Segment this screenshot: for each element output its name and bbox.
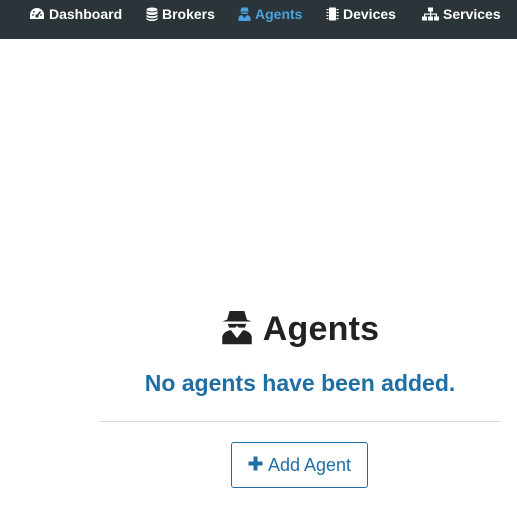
page-heading: Agents <box>0 309 517 350</box>
nav-item-brokers[interactable]: Brokers <box>146 5 215 23</box>
sitemap-icon <box>422 7 439 21</box>
nav-item-label: Brokers <box>162 6 215 22</box>
add-agent-button[interactable]: Add Agent <box>231 442 368 488</box>
user-secret-icon <box>221 309 253 350</box>
nav-item-label: Devices <box>343 6 396 22</box>
dashboard-gauge-icon <box>29 7 45 21</box>
database-icon <box>146 7 158 21</box>
page-title: Agents <box>262 310 380 348</box>
nav-item-agents[interactable]: Agents <box>238 5 302 23</box>
empty-state-message: No agents have been added. <box>144 370 456 396</box>
user-secret-icon <box>238 7 251 21</box>
nav-item-services[interactable]: Services <box>422 5 501 23</box>
nav-item-label: Agents <box>255 6 303 22</box>
plus-icon <box>248 455 263 476</box>
nav-item-devices[interactable]: Devices <box>326 5 396 23</box>
microchip-icon <box>326 7 339 21</box>
add-agent-label: Add Agent <box>267 454 352 475</box>
nav-item-dashboard[interactable]: Dashboard <box>29 5 122 23</box>
top-navbar: Dashboard Brokers Agents Devices Service… <box>0 0 517 39</box>
nav-item-label: Services <box>443 6 501 22</box>
nav-item-label: Dashboard <box>49 6 123 22</box>
divider <box>100 421 500 422</box>
main-content: Agents No agents have been added. Add Ag… <box>0 39 517 519</box>
